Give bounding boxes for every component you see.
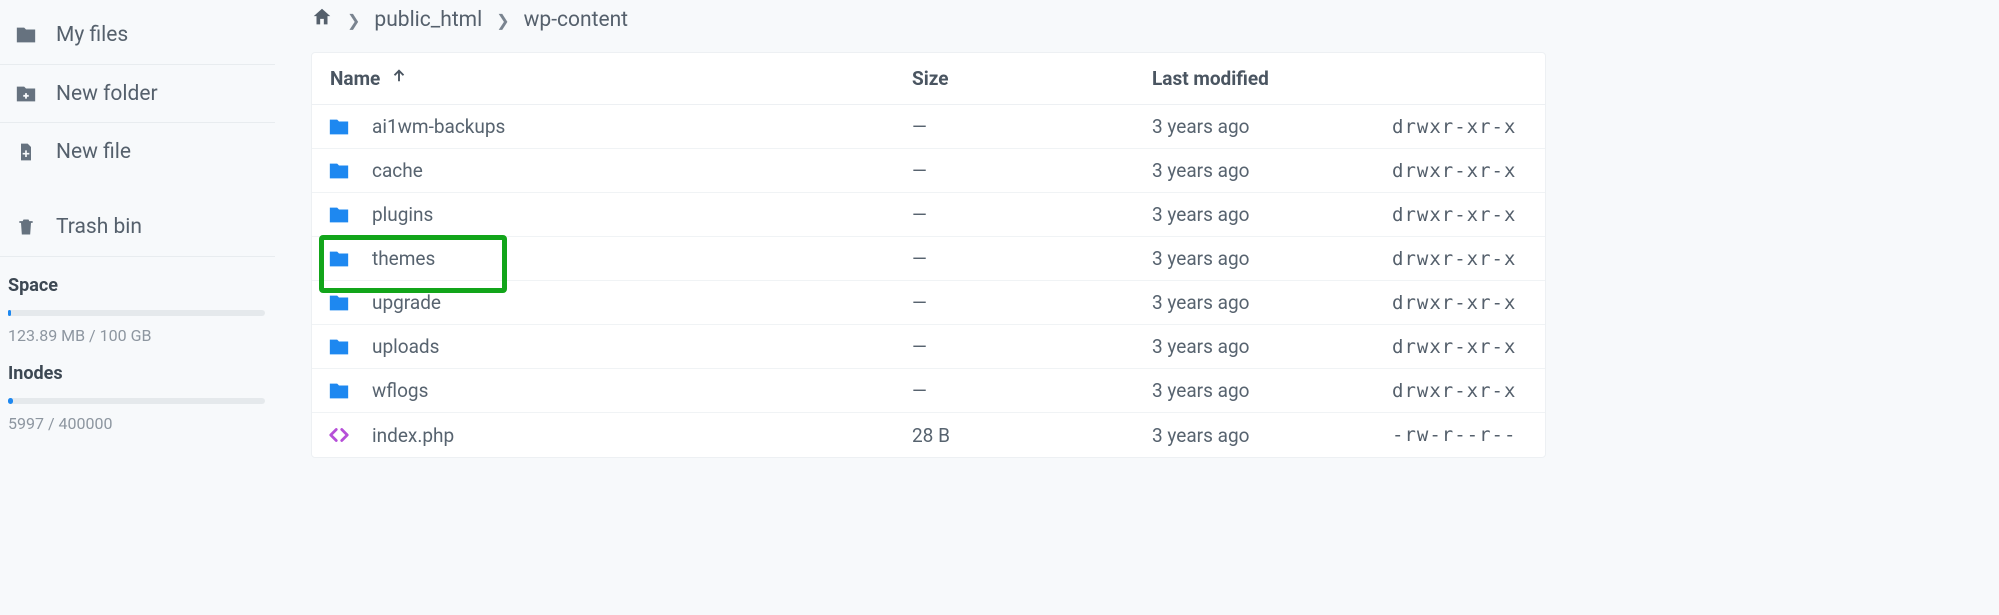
folder-icon: [326, 336, 352, 358]
file-modified: 3 years ago: [1152, 247, 1392, 270]
sidebar-item-label: Trash bin: [56, 215, 142, 239]
file-permissions: drwxr-xr-x: [1392, 160, 1545, 182]
file-name: cache: [372, 159, 423, 182]
breadcrumb-home[interactable]: [311, 6, 333, 34]
code-icon: [326, 424, 352, 446]
space-progress: [8, 310, 265, 316]
file-name: themes: [372, 247, 435, 270]
column-size[interactable]: Size: [912, 67, 1152, 90]
space-usage: 123.89 MB / 100 GB: [8, 326, 265, 345]
folder-icon: [326, 380, 352, 402]
file-name: upgrade: [372, 291, 441, 314]
sidebar-item-label: New folder: [56, 82, 158, 106]
file-modified: 3 years ago: [1152, 424, 1392, 447]
file-modified: 3 years ago: [1152, 203, 1392, 226]
table-header: Name Size Last modified: [312, 53, 1545, 105]
table-row[interactable]: plugins —3 years agodrwxr-xr-x: [312, 193, 1545, 237]
folder-icon: [326, 292, 352, 314]
file-permissions: drwxr-xr-x: [1392, 204, 1545, 226]
home-icon: [311, 6, 333, 28]
table-row[interactable]: upgrade —3 years agodrwxr-xr-x: [312, 281, 1545, 325]
file-name: wflogs: [372, 379, 428, 402]
file-modified: 3 years ago: [1152, 291, 1392, 314]
table-row[interactable]: themes —3 years agodrwxr-xr-x: [312, 237, 1545, 281]
new-folder-icon: [14, 82, 38, 106]
sidebar-item-trash[interactable]: Trash bin: [0, 198, 275, 256]
file-permissions: drwxr-xr-x: [1392, 248, 1545, 270]
file-size: —: [912, 335, 1152, 358]
file-size: —: [912, 247, 1152, 270]
file-name: ai1wm-backups: [372, 115, 505, 138]
column-name[interactable]: Name: [312, 67, 912, 90]
breadcrumb: ❯ public_html ❯ wp-content: [311, 6, 1999, 34]
folder-icon: [326, 160, 352, 182]
file-table: Name Size Last modified ai1wm-backups—3 …: [311, 52, 1546, 458]
storage-space: Space 123.89 MB / 100 GB Inodes 5997 / 4…: [0, 256, 275, 433]
breadcrumb-item[interactable]: public_html: [374, 8, 482, 32]
file-size: —: [912, 291, 1152, 314]
sidebar-nav: My files New folder New file Trash b: [0, 6, 275, 256]
file-modified: 3 years ago: [1152, 379, 1392, 402]
chevron-right-icon: ❯: [347, 11, 360, 30]
file-modified: 3 years ago: [1152, 115, 1392, 138]
sidebar-item-label: My files: [56, 23, 128, 47]
file-permissions: drwxr-xr-x: [1392, 380, 1545, 402]
sidebar-item-my-files[interactable]: My files: [0, 6, 275, 64]
table-row[interactable]: cache —3 years agodrwxr-xr-x: [312, 149, 1545, 193]
file-modified: 3 years ago: [1152, 159, 1392, 182]
column-name-label: Name: [330, 67, 380, 90]
file-permissions: drwxr-xr-x: [1392, 292, 1545, 314]
table-row[interactable]: index.php 28 B3 years ago-rw-r--r--: [312, 413, 1545, 457]
file-permissions: -rw-r--r--: [1392, 424, 1545, 446]
new-file-icon: [14, 140, 38, 164]
file-name: index.php: [372, 424, 454, 447]
folder-icon: [326, 248, 352, 270]
file-size: —: [912, 115, 1152, 138]
main-pane: ❯ public_html ❯ wp-content Name Size Las…: [275, 0, 1999, 615]
folder-icon: [326, 116, 352, 138]
inodes-progress: [8, 398, 265, 404]
space-title: Space: [8, 275, 265, 296]
sidebar-item-label: New file: [56, 140, 131, 164]
sidebar-item-new-folder[interactable]: New folder: [0, 64, 275, 122]
file-name: plugins: [372, 203, 433, 226]
inodes-usage: 5997 / 400000: [8, 414, 265, 433]
file-name: uploads: [372, 335, 439, 358]
inodes-title: Inodes: [8, 363, 265, 384]
file-size: —: [912, 203, 1152, 226]
breadcrumb-item[interactable]: wp-content: [524, 8, 628, 32]
column-modified[interactable]: Last modified: [1152, 67, 1392, 90]
sort-asc-icon: [390, 67, 408, 90]
trash-icon: [14, 215, 38, 239]
file-permissions: drwxr-xr-x: [1392, 336, 1545, 358]
table-row[interactable]: wflogs —3 years agodrwxr-xr-x: [312, 369, 1545, 413]
sidebar-item-new-file[interactable]: New file: [0, 122, 275, 180]
file-size: —: [912, 379, 1152, 402]
table-row[interactable]: ai1wm-backups —3 years agodrwxr-xr-x: [312, 105, 1545, 149]
folder-icon: [326, 204, 352, 226]
file-size: —: [912, 159, 1152, 182]
file-size: 28 B: [912, 424, 1152, 447]
sidebar: My files New folder New file Trash b: [0, 0, 275, 615]
table-row[interactable]: uploads —3 years agodrwxr-xr-x: [312, 325, 1545, 369]
file-permissions: drwxr-xr-x: [1392, 116, 1545, 138]
file-modified: 3 years ago: [1152, 335, 1392, 358]
folder-icon: [14, 23, 38, 47]
chevron-right-icon: ❯: [496, 11, 509, 30]
